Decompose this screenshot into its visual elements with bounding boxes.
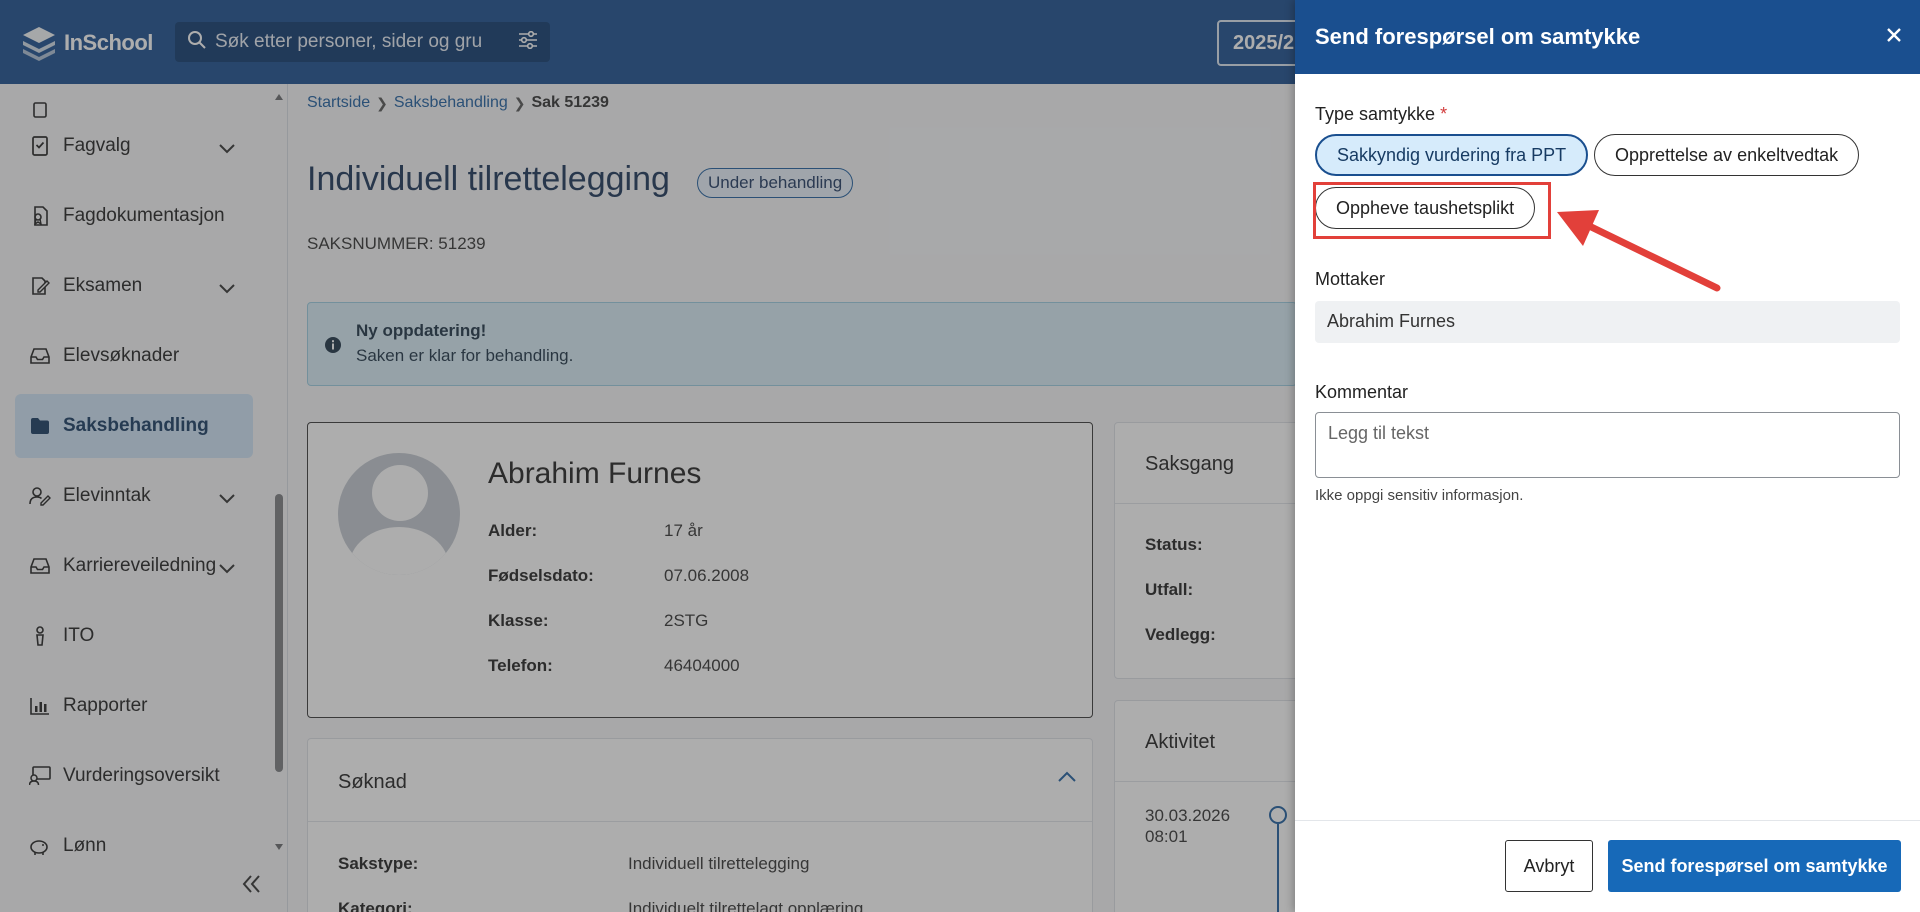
option-oppheve-taushetsplikt[interactable]: Oppheve taushetsplikt <box>1315 187 1536 229</box>
annotation-arrow-icon <box>1557 210 1721 292</box>
modal-overlay[interactable] <box>0 0 1295 912</box>
comment-textarea[interactable] <box>1315 412 1900 478</box>
send-consent-request-button[interactable]: Send forespørsel om samtykke <box>1608 840 1901 892</box>
required-mark: * <box>1440 104 1448 124</box>
drawer-title: Send forespørsel om samtykke <box>1315 24 1641 49</box>
option-sakkyndig-vurdering[interactable]: Sakkyndig vurdering fra PPT <box>1315 134 1589 176</box>
cancel-button[interactable]: Avbryt <box>1505 840 1593 892</box>
close-icon[interactable] <box>1886 22 1902 50</box>
recipient-label: Mottaker <box>1315 269 1386 289</box>
drawer-header: Send forespørsel om samtykke <box>1295 0 1920 74</box>
comment-label: Kommentar <box>1315 382 1409 402</box>
consent-type-label: Type samtykke * <box>1315 104 1447 125</box>
comment-helper-text: Ikke oppgi sensitiv informasjon. <box>1315 487 1524 504</box>
consent-drawer: Send forespørsel om samtykke Type samtyk… <box>1295 0 1920 912</box>
recipient-field: Abrahim Furnes <box>1315 301 1900 343</box>
option-opprettelse-enkeltvedtak[interactable]: Opprettelse av enkeltvedtak <box>1594 134 1860 176</box>
consent-type-text: Type samtykke <box>1315 104 1436 124</box>
